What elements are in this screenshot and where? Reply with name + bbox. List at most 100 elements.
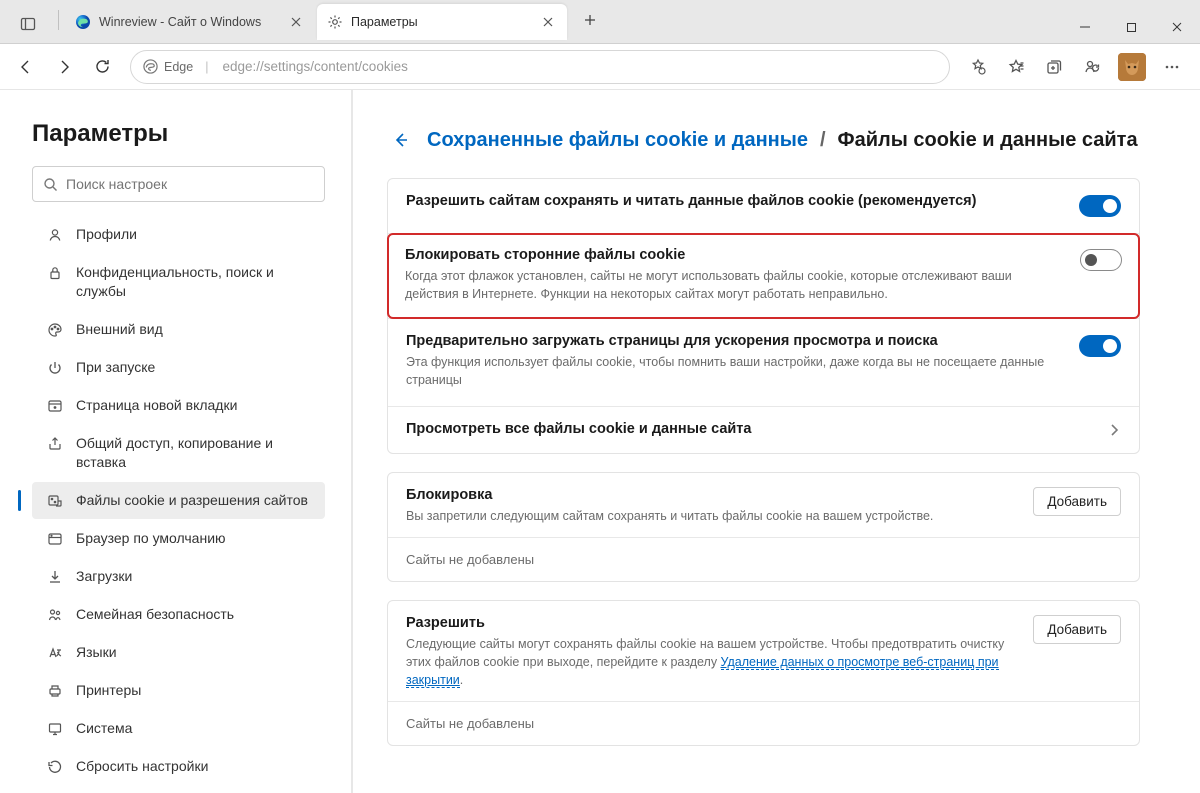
- block-none: Сайты не добавлены: [388, 537, 1139, 581]
- tab-title: Параметры: [351, 15, 531, 29]
- settings-page: Параметры Профили Конфиденциальность, по…: [0, 90, 1200, 793]
- toggle-preload[interactable]: [1079, 335, 1121, 357]
- close-icon: [291, 17, 301, 27]
- nav-reset[interactable]: Сбросить настройки: [32, 748, 325, 785]
- sidebar-title: Параметры: [32, 120, 325, 148]
- settings-nav: Профили Конфиденциальность, поиск и служ…: [32, 216, 325, 793]
- tab-close-button[interactable]: [287, 13, 305, 31]
- search-input[interactable]: [66, 176, 314, 192]
- arrow-right-icon: [55, 58, 73, 76]
- settings-sidebar[interactable]: Параметры Профили Конфиденциальность, по…: [0, 90, 352, 793]
- titlebar: Winreview - Сайт о Windows Параметры: [0, 0, 1200, 44]
- search-icon: [43, 177, 58, 192]
- breadcrumb-parent-link[interactable]: Сохраненные файлы cookie и данные: [427, 129, 808, 152]
- avatar-cat-icon: [1118, 53, 1146, 81]
- setting-block-3p-cookies: Блокировать сторонние файлы cookie Когда…: [405, 247, 1122, 303]
- address-bar[interactable]: Edge | edge://settings/content/cookies: [130, 50, 950, 84]
- cookies-icon: [47, 493, 63, 509]
- nav-default-browser[interactable]: Браузер по умолчанию: [32, 520, 325, 557]
- settings-main[interactable]: Сохраненные файлы cookie и данные / Файл…: [352, 90, 1200, 793]
- favorites-button[interactable]: [998, 49, 1034, 85]
- nav-appearance[interactable]: Внешний вид: [32, 311, 325, 348]
- view-all-cookies-link[interactable]: Просмотреть все файлы cookie и данные са…: [406, 421, 1121, 437]
- refresh-button[interactable]: [84, 49, 120, 85]
- settings-search[interactable]: [32, 166, 325, 202]
- forward-button[interactable]: [46, 49, 82, 85]
- breadcrumb: Сохраненные файлы cookie и данные / Файл…: [387, 126, 1140, 154]
- tracking-prevention-button[interactable]: [960, 49, 996, 85]
- add-block-button[interactable]: Добавить: [1033, 487, 1121, 516]
- toggle-allow-cookies[interactable]: [1079, 195, 1121, 217]
- collections-icon: [1045, 58, 1063, 76]
- nav-languages[interactable]: Языки: [32, 634, 325, 671]
- favorites-icon: [1007, 58, 1025, 76]
- breadcrumb-back-button[interactable]: [387, 126, 415, 154]
- nav-newtab[interactable]: Страница новой вкладки: [32, 387, 325, 424]
- nav-printers[interactable]: Принтеры: [32, 672, 325, 709]
- refresh-icon: [94, 58, 111, 75]
- nav-onstartup[interactable]: При запуске: [32, 349, 325, 386]
- printer-icon: [47, 683, 63, 699]
- section-desc: Следующие сайты могут сохранять файлы co…: [406, 635, 1021, 689]
- reset-icon: [47, 759, 63, 775]
- newtab-icon: [47, 398, 63, 414]
- tab-actions-button[interactable]: [10, 6, 46, 42]
- download-icon: [47, 569, 63, 585]
- tab-close-button[interactable]: [539, 13, 557, 31]
- edge-icon: [143, 59, 158, 74]
- site-identity: Edge |: [143, 59, 214, 74]
- profile-icon: [47, 227, 63, 243]
- block-section: Блокировка Вы запретили следующим сайтам…: [387, 472, 1140, 582]
- close-window-button[interactable]: [1154, 11, 1200, 43]
- arrow-left-icon: [392, 131, 410, 149]
- person-sync-icon: [1083, 58, 1101, 76]
- panel-icon: [20, 16, 36, 32]
- separator: [58, 10, 59, 30]
- tab-1[interactable]: Winreview - Сайт о Windows: [65, 4, 315, 40]
- nav-downloads[interactable]: Загрузки: [32, 558, 325, 595]
- allow-section: Разрешить Следующие сайты могут сохранят…: [387, 600, 1140, 746]
- browser-icon: [47, 531, 63, 547]
- nav-share[interactable]: Общий доступ, копирование и вставка: [32, 425, 325, 481]
- back-button[interactable]: [8, 49, 44, 85]
- family-icon: [47, 607, 63, 623]
- toggle-block-3p-cookies[interactable]: [1080, 249, 1122, 271]
- maximize-button[interactable]: [1108, 11, 1154, 43]
- nav-cookies[interactable]: Файлы cookie и разрешения сайтов: [32, 482, 325, 519]
- nav-system[interactable]: Система: [32, 710, 325, 747]
- url-text: edge://settings/content/cookies: [222, 59, 407, 74]
- breadcrumb-separator: /: [820, 129, 826, 152]
- setting-desc: Эта функция использует файлы cookie, что…: [406, 353, 1063, 389]
- chevron-right-icon: [1107, 423, 1121, 437]
- appearance-icon: [47, 322, 63, 338]
- tab-strip: Winreview - Сайт о Windows Параметры: [0, 0, 1062, 43]
- setting-desc: Когда этот флажок установлен, сайты не м…: [405, 267, 1064, 303]
- highlight-block-3p: Блокировать сторонние файлы cookie Когда…: [387, 233, 1140, 319]
- identity-label: Edge: [164, 60, 193, 74]
- breadcrumb-current: Файлы cookie и данные сайта: [838, 129, 1138, 152]
- nav-privacy[interactable]: Конфиденциальность, поиск и службы: [32, 254, 325, 310]
- language-icon: [47, 645, 63, 661]
- nav-profiles[interactable]: Профили: [32, 216, 325, 253]
- cookie-controls-card: Разрешить сайтам сохранять и читать данн…: [387, 178, 1140, 454]
- setting-title: Блокировать сторонние файлы cookie: [405, 247, 1064, 263]
- new-tab-button[interactable]: [575, 5, 605, 35]
- tab-2-active[interactable]: Параметры: [317, 4, 567, 40]
- app-menu-button[interactable]: [1154, 49, 1190, 85]
- lock-icon: [47, 265, 63, 281]
- add-allow-button[interactable]: Добавить: [1033, 615, 1121, 644]
- ellipsis-icon: [1163, 58, 1181, 76]
- nav-family[interactable]: Семейная безопасность: [32, 596, 325, 633]
- account-sync-button[interactable]: [1074, 49, 1110, 85]
- minimize-button[interactable]: [1062, 11, 1108, 43]
- favicon-settings-icon: [327, 14, 343, 30]
- section-title: Разрешить: [406, 615, 1021, 631]
- nav-phone[interactable]: Телефон и другие устройства: [32, 786, 325, 793]
- setting-title: Разрешить сайтам сохранять и читать данн…: [406, 193, 1063, 209]
- setting-preload: Предварительно загружать страницы для ус…: [406, 333, 1121, 389]
- share-icon: [47, 436, 63, 452]
- minimize-icon: [1079, 21, 1091, 33]
- collections-button[interactable]: [1036, 49, 1072, 85]
- profile-avatar[interactable]: [1118, 53, 1146, 81]
- window-controls: [1062, 11, 1200, 43]
